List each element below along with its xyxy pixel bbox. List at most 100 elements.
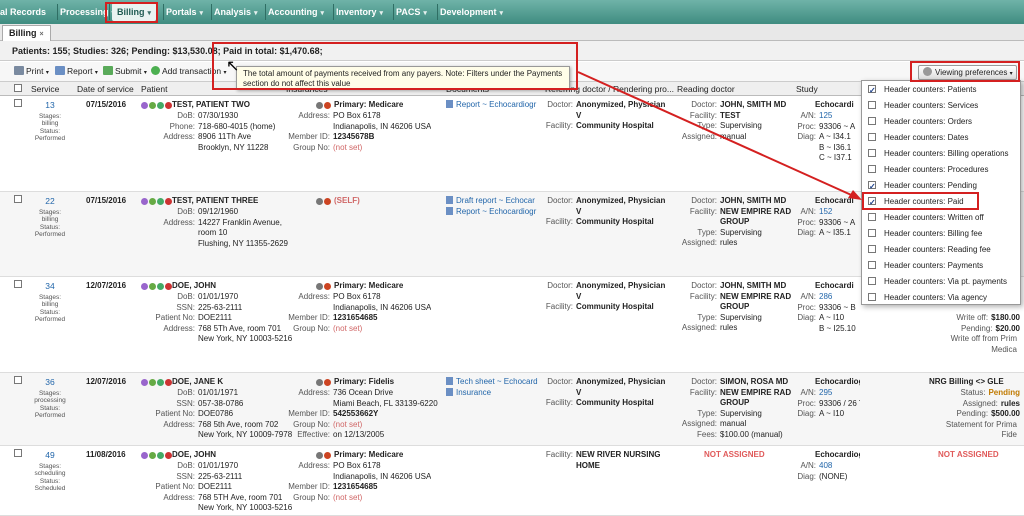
table-row: 49 Stages: scheduling Status: Scheduled 11/08… [0,446,1024,516]
document-link[interactable]: Report ~ Echocardiogr [446,100,540,111]
insurance-title[interactable]: (SELF) [334,196,360,207]
nav-item-5[interactable]: Accounting ▾ [268,3,324,21]
preference-option[interactable]: Header counters: Billing fee [862,226,1022,242]
patient-name-link[interactable]: DOE, JOHN [172,450,216,461]
patient-detail-value: 718-680-4015 (home) [198,121,276,131]
preference-option[interactable]: Header counters: Billing operations [862,146,1022,162]
nav-item-4[interactable]: Analysis ▾ [214,3,258,21]
preference-label: Header counters: Reading fee [884,245,991,254]
document-link[interactable]: Report ~ Echocardiogr [446,207,540,218]
checkbox-icon [868,229,876,237]
preference-option[interactable]: Header counters: Payments [862,258,1022,274]
patient-name-link[interactable]: TEST, PATIENT TWO [172,100,250,111]
preference-label: Header counters: Orders [884,117,973,126]
nav-item-label: Inventory [336,7,377,17]
preference-option[interactable]: Header counters: Orders [862,114,1022,130]
service-number-link[interactable]: 13 [32,100,68,111]
checkbox-icon [868,149,876,157]
patient-detail-value: 768 5th Ave, room 702 [198,419,279,429]
study-detail-value: 93306 / 26 TC ~ A [819,398,860,408]
preference-label: Header counters: Via pt. payments [884,277,1008,286]
preference-option[interactable]: Header counters: Written off [862,210,1022,226]
referring-detail-value: HOME [576,460,600,470]
insurance-status-icons [316,451,332,462]
nav-item-8[interactable]: Development ▾ [440,3,503,21]
tab-billing[interactable]: Billing × [2,25,51,41]
row-checkbox[interactable] [14,280,22,292]
patient-detail: room 10 [141,228,227,239]
service-number-link[interactable]: 22 [32,196,68,207]
report-button[interactable]: Report ▾ [55,66,98,76]
row-checkbox[interactable] [14,99,22,111]
insurance-detail-value: 1231654685 [333,482,378,491]
patient-detail-value: DOE2111 [198,313,232,322]
column-patient[interactable]: Patient [141,84,167,94]
row-checkbox[interactable] [14,449,22,461]
preference-option[interactable]: Header counters: Dates [862,130,1022,146]
study-detail-label: Proc: [797,217,816,227]
submit-button[interactable]: Submit ▾ [103,66,147,76]
select-all-checkbox[interactable] [14,84,22,94]
service-number-link[interactable]: 36 [32,377,68,388]
study-detail-value: A ~ I35.1 [819,228,851,237]
service-number-link[interactable]: 49 [32,450,68,461]
reading-detail: Fees: $100.00 (manual) [677,430,792,441]
insurance-title[interactable]: Primary: Medicare [334,281,403,292]
preference-option[interactable]: Header counters: Procedures [862,162,1022,178]
patient-detail: Address: 14227 Franklin Avenue, [141,218,282,229]
preference-option[interactable]: Header counters: Patients [862,82,1022,99]
print-button[interactable]: Print ▾ [14,66,49,76]
referring-detail: Facility: Community Hospital [545,121,670,132]
document-label: Draft report ~ Echocar [456,196,535,205]
preference-option[interactable]: Header counters: Reading fee [862,242,1022,258]
referring-detail: Doctor: Anonymized, Physician [545,100,670,111]
study-title[interactable]: Echocardiogram [815,377,860,388]
tab-label: Billing [9,28,37,38]
referring-detail-label: Doctor: [547,281,573,290]
insurance-detail: Member ID: 1231654685 [286,313,377,324]
document-link[interactable]: Draft report ~ Echocar [446,196,540,207]
patient-name-link[interactable]: TEST, PATIENT THREE [172,196,258,207]
patient-detail-label: DoB: [177,111,195,120]
reading-detail-label: Type: [697,121,717,130]
document-link[interactable]: Tech sheet ~ Echocard [446,377,540,388]
study-title[interactable]: Echocardiogram [815,450,860,461]
reading-detail-label: Facility: [689,206,717,216]
row-checkbox[interactable] [14,376,22,388]
study-title[interactable]: Echocardi [815,100,860,111]
insurance-detail-value: 12345678B [333,132,375,141]
column-study[interactable]: Study [796,84,818,94]
patient-detail-label: SSN: [176,302,195,312]
insurance-title[interactable]: Primary: Medicare [334,100,403,111]
preference-option[interactable]: Header counters: Via agency [862,290,1022,306]
nav-item-label: Accounting [268,7,318,17]
study-title[interactable]: Echocardi [815,196,860,207]
column-reading[interactable]: Reading doctor [677,84,735,94]
patient-detail-value: DOE2111 [198,482,232,491]
patient-name-link[interactable]: DOE, JANE K [172,377,223,388]
reading-detail-label: Facility: [689,291,717,301]
column-date[interactable]: Date of service [77,84,134,94]
checkbox-icon [868,165,876,173]
insurance-title[interactable]: Primary: Fidelis [334,377,394,388]
nav-item-3[interactable]: Portals ▾ [166,3,203,21]
nav-separator [211,4,212,20]
service-number-link[interactable]: 34 [32,281,68,292]
study-detail-label: A/N: [800,111,816,120]
study-title[interactable]: Echocardi [815,281,860,292]
referring-detail-value: V [576,387,582,397]
column-service[interactable]: Service [31,84,59,94]
nav-item-0[interactable]: al Records [0,3,46,21]
row-checkbox[interactable] [14,195,22,207]
preference-label: Header counters: Procedures [884,165,989,174]
nav-item-6[interactable]: Inventory ▾ [336,3,383,21]
close-icon[interactable]: × [40,31,44,38]
insurance-detail: Member ID: 542553662Y [286,409,378,420]
study-detail-label: Proc: [797,121,816,131]
nav-item-7[interactable]: PACS ▾ [396,3,427,21]
insurance-title[interactable]: Primary: Medicare [334,450,403,461]
document-link[interactable]: Insurance [446,388,540,399]
preference-option[interactable]: Header counters: Services [862,98,1022,114]
preference-option[interactable]: Header counters: Via pt. payments [862,274,1022,290]
patient-name-link[interactable]: DOE, JOHN [172,281,216,292]
